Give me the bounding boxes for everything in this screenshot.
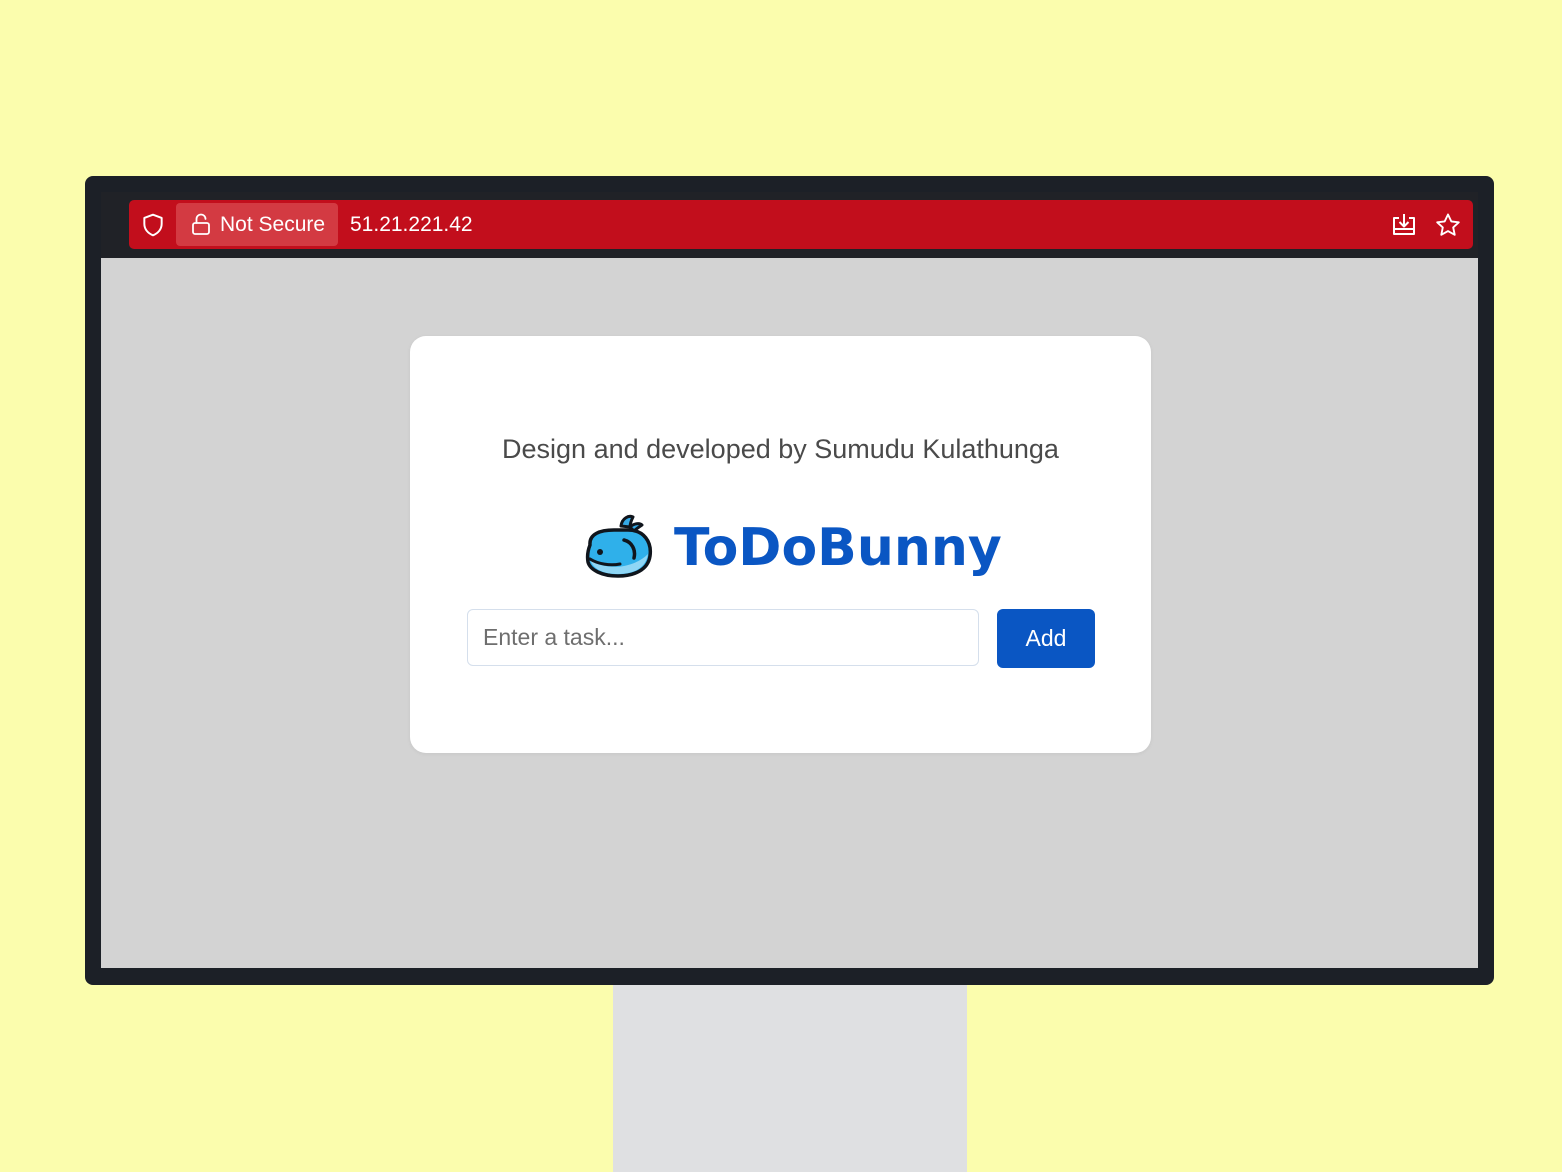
browser-toolbar: Not Secure 51.21.221.42 xyxy=(101,192,1478,258)
monitor-frame: Not Secure 51.21.221.42 Design and devel… xyxy=(85,176,1494,985)
security-label: Not Secure xyxy=(220,213,326,236)
credit-text: Design and developed by Sumudu Kulathung… xyxy=(502,434,1059,464)
app-title: ToDoBunny xyxy=(674,518,1002,578)
shield-icon[interactable] xyxy=(140,212,166,238)
task-input[interactable] xyxy=(467,609,979,666)
add-task-button[interactable]: Add xyxy=(997,609,1095,668)
monitor-stand xyxy=(613,984,967,1172)
url-text[interactable]: 51.21.221.42 xyxy=(350,214,473,236)
whale-logo-icon xyxy=(585,514,653,578)
site-security-indicator[interactable]: Not Secure xyxy=(176,203,338,246)
brand-header: ToDoBunny xyxy=(584,512,1004,584)
todo-card: Design and developed by Sumudu Kulathung… xyxy=(410,336,1151,753)
browser-window: Not Secure 51.21.221.42 Design and devel… xyxy=(101,192,1478,968)
download-icon[interactable] xyxy=(1390,212,1418,238)
address-bar[interactable]: Not Secure 51.21.221.42 xyxy=(129,200,1473,249)
star-icon[interactable] xyxy=(1434,212,1462,238)
lock-icon xyxy=(192,213,210,235)
